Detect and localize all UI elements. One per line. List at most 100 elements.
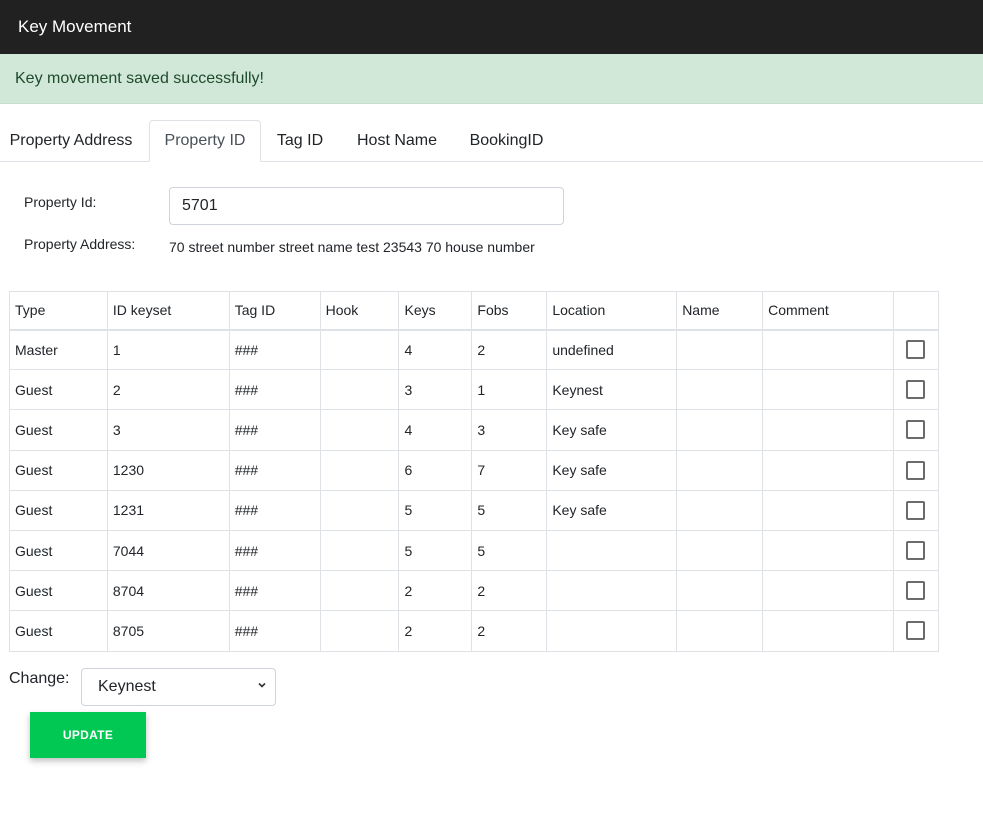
- cell-keys: 2: [398, 610, 473, 652]
- cell-hook: [319, 489, 400, 531]
- cell-type: Guest: [9, 529, 108, 572]
- property-id-input[interactable]: [169, 187, 564, 225]
- cell-name: [676, 409, 764, 451]
- row-checkbox[interactable]: [906, 541, 926, 561]
- cell-name: [676, 328, 764, 371]
- cell-fobs: 2: [471, 328, 548, 371]
- header-type: Type: [9, 291, 108, 331]
- header-id-keyset: ID keyset: [106, 291, 230, 331]
- cell-location: Key safe: [546, 489, 678, 531]
- cell-fobs: 3: [471, 409, 548, 451]
- cell-type: Guest: [9, 610, 108, 652]
- cell-tag-id: ###: [228, 409, 321, 451]
- cell-fobs: 2: [471, 570, 548, 612]
- property-id-label: Property Id:: [24, 194, 97, 210]
- cell-tag-id: ###: [228, 489, 321, 531]
- location-select-value: Keynest: [98, 678, 156, 695]
- update-button[interactable]: UPDATE: [30, 712, 146, 758]
- tab-host-name[interactable]: Host Name: [345, 120, 449, 162]
- cell-fobs: 1: [471, 369, 548, 411]
- cell-type: Guest: [9, 449, 108, 491]
- cell-fobs: 2: [471, 610, 548, 652]
- cell-tag-id: ###: [228, 328, 321, 371]
- row-checkbox[interactable]: [906, 460, 926, 480]
- keysets-table: Type ID keyset Tag ID Hook Keys Fobs Loc…: [9, 291, 940, 652]
- cell-tag-id: ###: [228, 369, 321, 411]
- property-address-label: Property Address:: [24, 236, 136, 252]
- cell-select: [892, 529, 940, 572]
- row-checkbox[interactable]: [906, 420, 926, 440]
- cell-select: [892, 409, 940, 451]
- table-row: Master 1 ### 4 2 undefined: [9, 328, 940, 371]
- cell-name: [676, 489, 764, 531]
- cell-id-keyset: 1: [106, 328, 230, 371]
- cell-location: Keynest: [546, 369, 678, 411]
- cell-location: [546, 529, 678, 572]
- tab-booking-id[interactable]: BookingID: [460, 120, 553, 162]
- cell-keys: 5: [398, 529, 473, 572]
- cell-keys: 2: [398, 570, 473, 612]
- cell-select: [892, 328, 940, 371]
- cell-type: Master: [9, 328, 108, 371]
- cell-hook: [319, 328, 400, 371]
- table-header-row: Type ID keyset Tag ID Hook Keys Fobs Loc…: [9, 291, 940, 331]
- tab-label: Property ID: [164, 132, 246, 149]
- row-checkbox[interactable]: [906, 340, 926, 360]
- cell-type: Guest: [9, 570, 108, 612]
- header-keys: Keys: [398, 291, 473, 331]
- cell-name: [676, 449, 764, 491]
- cell-id-keyset: 1230: [106, 449, 230, 491]
- tab-label: Property Address: [9, 132, 133, 149]
- cell-comment: [762, 529, 894, 572]
- cell-type: Guest: [9, 409, 108, 451]
- cell-keys: 6: [398, 449, 473, 491]
- cell-tag-id: ###: [228, 529, 321, 572]
- cell-comment: [762, 489, 894, 531]
- cell-location: [546, 570, 678, 612]
- row-checkbox[interactable]: [906, 380, 926, 400]
- row-checkbox[interactable]: [906, 621, 926, 641]
- tab-label: Tag ID: [276, 132, 324, 149]
- header-location: Location: [546, 291, 678, 331]
- cell-hook: [319, 529, 400, 572]
- tab-property-address[interactable]: Property Address: [0, 120, 142, 162]
- row-checkbox[interactable]: [906, 581, 926, 601]
- header-hook: Hook: [319, 291, 400, 331]
- cell-hook: [319, 570, 400, 612]
- cell-location: undefined: [546, 328, 678, 371]
- cell-tag-id: ###: [228, 610, 321, 652]
- cell-name: [676, 610, 764, 652]
- cell-fobs: 7: [471, 449, 548, 491]
- cell-hook: [319, 610, 400, 652]
- row-checkbox[interactable]: [906, 500, 926, 520]
- cell-location: [546, 610, 678, 652]
- cell-location: Key safe: [546, 449, 678, 491]
- cell-select: [892, 489, 940, 531]
- cell-name: [676, 529, 764, 572]
- table-row: Guest 3 ### 4 3 Key safe: [9, 409, 940, 451]
- header-fobs: Fobs: [471, 291, 548, 331]
- cell-keys: 3: [398, 369, 473, 411]
- cell-name: [676, 369, 764, 411]
- cell-location: Key safe: [546, 409, 678, 451]
- cell-comment: [762, 369, 894, 411]
- search-tabs: Property Address Property ID Tag ID Host…: [0, 120, 983, 162]
- cell-id-keyset: 8704: [106, 570, 230, 612]
- location-select[interactable]: Keynest: [81, 668, 276, 706]
- top-app-bar: Key Movement: [0, 0, 983, 54]
- cell-keys: 4: [398, 328, 473, 371]
- cell-fobs: 5: [471, 489, 548, 531]
- table-row: Guest 2 ### 3 1 Keynest: [9, 369, 940, 411]
- tab-property-id[interactable]: Property ID: [149, 120, 261, 162]
- cell-fobs: 5: [471, 529, 548, 572]
- cell-id-keyset: 7044: [106, 529, 230, 572]
- cell-comment: [762, 610, 894, 652]
- cell-tag-id: ###: [228, 449, 321, 491]
- cell-hook: [319, 369, 400, 411]
- cell-type: Guest: [9, 369, 108, 411]
- header-select: [892, 291, 940, 331]
- cell-select: [892, 369, 940, 411]
- tab-tag-id[interactable]: Tag ID: [267, 120, 333, 162]
- table-row: Guest 7044 ### 5 5: [9, 529, 940, 572]
- cell-select: [892, 570, 940, 612]
